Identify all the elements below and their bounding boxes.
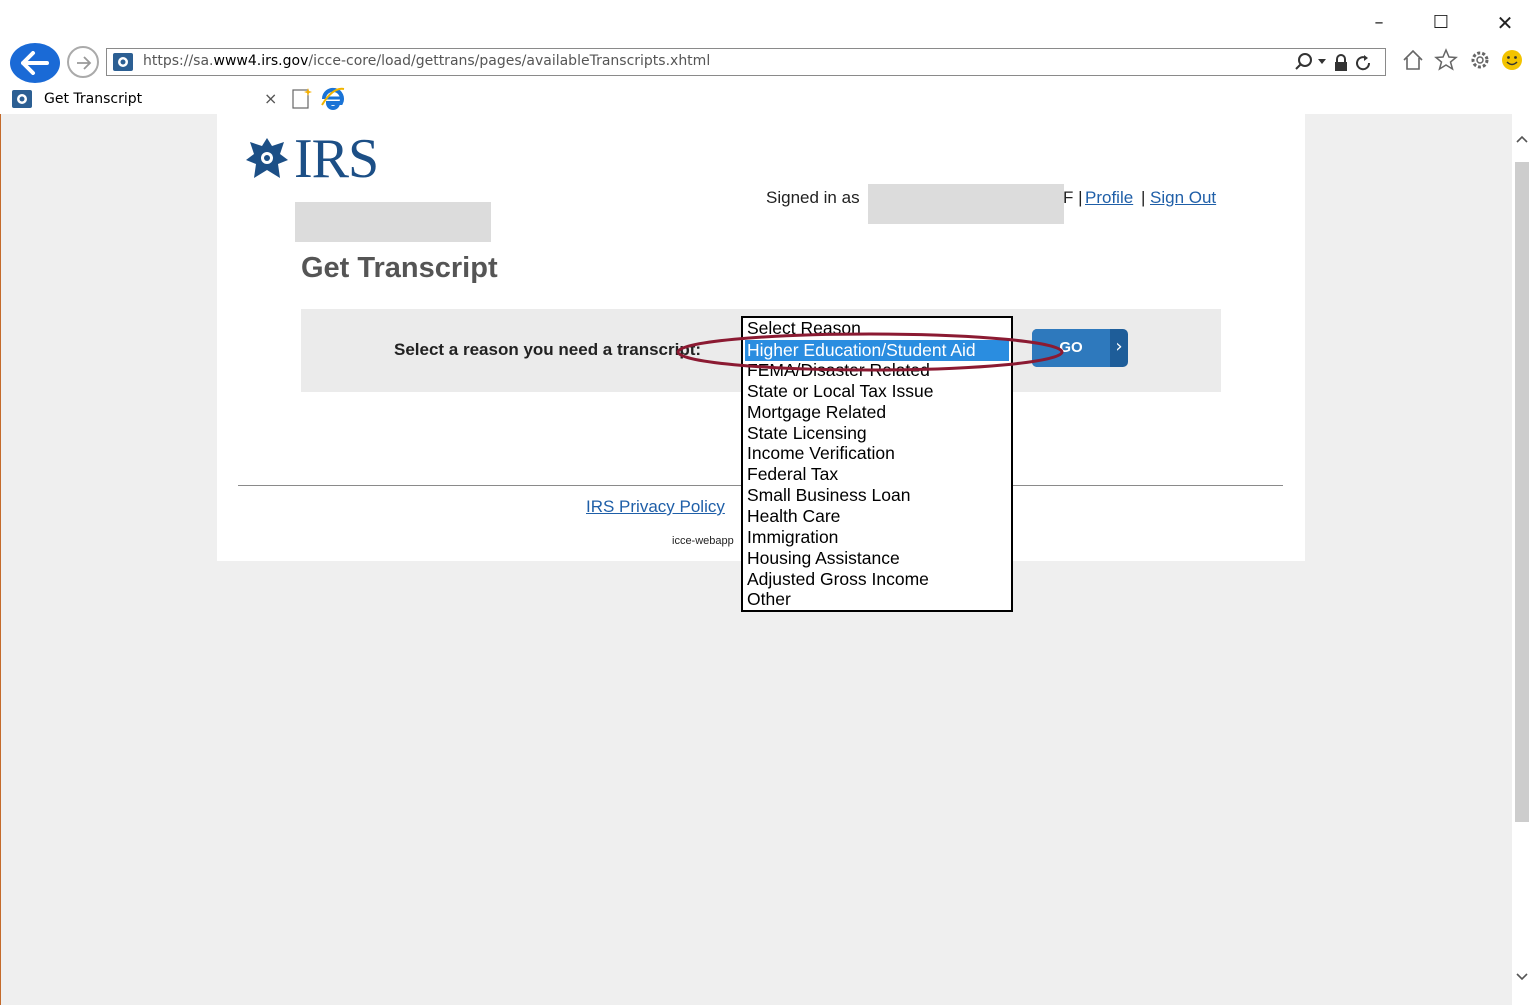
signed-in-label: Signed in as (766, 188, 860, 207)
username-tail: F | (1063, 188, 1083, 207)
tab-title: Get Transcript (44, 91, 143, 107)
scroll-down-icon[interactable] (1515, 972, 1529, 982)
redacted-username (868, 184, 1064, 224)
irs-eagle-icon (246, 138, 288, 178)
build-info-text: icce-webapp (672, 535, 734, 547)
irs-favicon-icon (113, 53, 133, 71)
forward-button[interactable] (67, 46, 99, 78)
minimize-button[interactable]: – (1364, 10, 1394, 36)
reason-option[interactable]: Adjusted Gross Income (745, 569, 1009, 590)
reason-option[interactable]: Federal Tax (745, 464, 1009, 485)
address-bar[interactable]: https://sa.www4.irs.gov/icce-core/load/g… (106, 48, 1386, 76)
internet-explorer-icon[interactable] (320, 85, 346, 111)
chevron-down-icon[interactable] (1317, 58, 1327, 66)
reason-option[interactable]: State Licensing (745, 423, 1009, 444)
vertical-scrollbar[interactable] (1512, 114, 1532, 1005)
irs-favicon-icon (12, 90, 32, 108)
link-separator: | (1141, 188, 1146, 207)
reason-option[interactable]: Other (745, 589, 1009, 610)
lock-icon[interactable] (1333, 53, 1349, 73)
reason-option[interactable]: Health Care (745, 506, 1009, 527)
maximize-button[interactable]: ☐ (1426, 10, 1456, 36)
url-text: https://sa.www4.irs.gov/icce-core/load/g… (143, 53, 711, 69)
back-arrow-icon (21, 51, 49, 75)
privacy-policy-link[interactable]: IRS Privacy Policy (586, 497, 725, 517)
tab-get-transcript[interactable]: Get Transcript × (8, 86, 286, 114)
sign-out-link[interactable]: Sign Out (1150, 188, 1216, 208)
feedback-smiley-icon[interactable] (1501, 49, 1523, 71)
reason-label: Select a reason you need a transcript: (394, 340, 702, 359)
scroll-up-icon[interactable] (1515, 134, 1529, 144)
profile-link[interactable]: Profile (1085, 188, 1133, 208)
home-icon[interactable] (1401, 48, 1425, 72)
refresh-icon[interactable] (1355, 53, 1373, 73)
reason-option[interactable]: Income Verification (745, 443, 1009, 464)
favorites-star-icon[interactable] (1434, 48, 1458, 72)
page-title: Get Transcript (301, 252, 498, 284)
redacted-name-block (295, 202, 491, 242)
title-bar: – ☐ ✕ (0, 0, 1532, 40)
reason-option[interactable]: Housing Assistance (745, 548, 1009, 569)
scrollbar-thumb[interactable] (1515, 162, 1529, 822)
forward-arrow-icon (77, 56, 92, 70)
irs-logo: IRS (242, 130, 402, 188)
new-tab-icon[interactable] (290, 86, 314, 110)
annotation-ellipse (676, 332, 1064, 372)
irs-logo-text: IRS (294, 128, 379, 190)
reason-option[interactable]: Mortgage Related (745, 402, 1009, 423)
reason-option[interactable]: State or Local Tax Issue (745, 381, 1009, 402)
back-button[interactable] (10, 43, 60, 83)
reason-option[interactable]: Immigration (745, 527, 1009, 548)
close-window-button[interactable]: ✕ (1490, 10, 1520, 36)
search-icon[interactable] (1294, 52, 1314, 72)
reason-option[interactable]: Small Business Loan (745, 485, 1009, 506)
gear-icon[interactable] (1468, 48, 1492, 72)
tab-close-button[interactable]: × (264, 89, 277, 108)
chevron-right-icon: › (1115, 336, 1123, 357)
